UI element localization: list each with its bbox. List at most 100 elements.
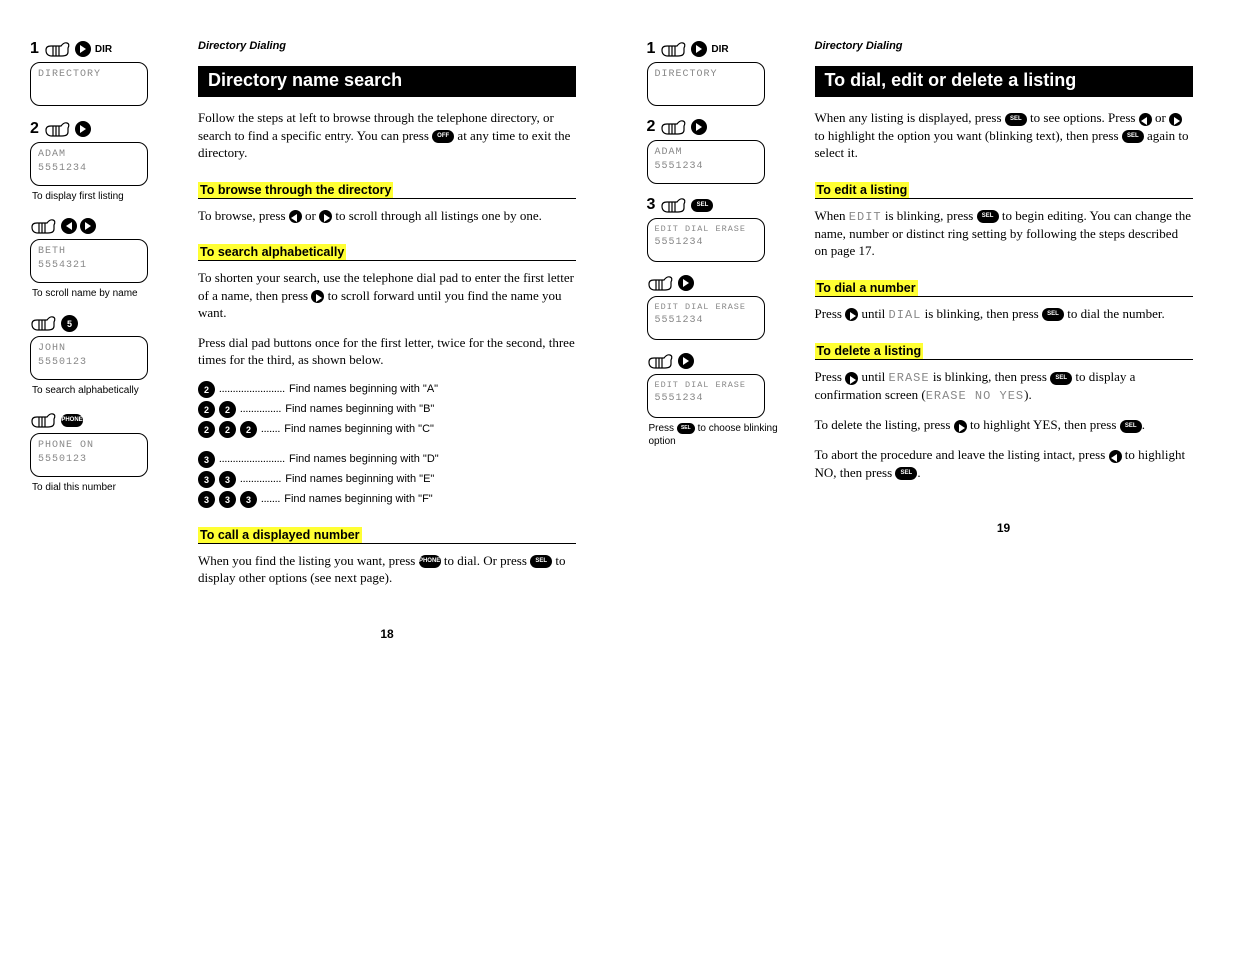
key-3-icon: 3 <box>219 491 236 508</box>
key-2-icon: 2 <box>198 381 215 398</box>
search-paragraph-a: To shorten your search, use the telephon… <box>198 269 576 322</box>
lcd-line: 5551234 <box>655 236 757 250</box>
lcd-line: JOHN <box>38 342 140 356</box>
right-arrow-icon <box>954 420 967 433</box>
delete-paragraph-1: Press until ERASE is blinking, then pres… <box>815 368 1193 404</box>
step-number: 1 <box>647 40 656 58</box>
right-arrow-icon <box>80 218 96 234</box>
key-text: Find names beginning with "C" <box>284 423 434 435</box>
page-number: 18 <box>198 627 576 641</box>
hand-icon <box>30 217 58 235</box>
left-main-column: Directory Dialing Directory name search … <box>198 40 576 641</box>
lcd-screen: PHONE ON 5550123 <box>30 433 148 477</box>
sel-button-icon: SEL <box>691 199 713 212</box>
lcd-screen: ADAM 5551234 <box>647 140 765 184</box>
text: or <box>1152 110 1169 125</box>
text: Press <box>815 306 846 321</box>
sel-button-icon: SEL <box>977 210 999 223</box>
left-arrow-icon <box>289 210 302 223</box>
lcd-line: ADAM <box>38 148 140 162</box>
text: to highlight YES, then press <box>967 417 1120 432</box>
right-arrow-icon <box>311 290 324 303</box>
right-arrow-icon <box>678 275 694 291</box>
hand-icon <box>30 314 58 332</box>
text: . <box>1142 417 1145 432</box>
lcd-line: 5551234 <box>655 392 757 406</box>
lcd-line: 5550123 <box>38 356 140 370</box>
step-number: 3 <box>647 196 656 214</box>
step-caption: To scroll name by name <box>32 287 180 300</box>
lcd-line: 5551234 <box>38 162 140 176</box>
lcd-screen: DIRECTORY <box>647 62 765 106</box>
text: until <box>858 306 888 321</box>
step-caption: Press SEL to choose blinking option <box>649 422 797 448</box>
lcd-line: EDIT DIAL ERASE <box>655 380 757 392</box>
key-2-icon: 2 <box>219 401 236 418</box>
key-text: Find names beginning with "F" <box>284 493 432 505</box>
text: to see options. Press <box>1027 110 1139 125</box>
key-text: Find names beginning with "B" <box>285 403 434 415</box>
left-arrow-icon <box>1139 113 1152 126</box>
intro-paragraph: When any listing is displayed, press SEL… <box>815 109 1193 162</box>
left-arrow-icon <box>61 218 77 234</box>
lcd-screen: DIRECTORY <box>30 62 148 106</box>
text: Press <box>815 369 846 384</box>
key-example-row: 22...............Find names beginning wi… <box>198 401 576 418</box>
key-example-row: 33...............Find names beginning wi… <box>198 471 576 488</box>
left-margin-steps: 1 DIR DIRECTORY 2 ADAM 5551234 To displa… <box>30 40 180 641</box>
dots: ........................ <box>219 453 285 465</box>
key-5-icon: 5 <box>61 315 78 332</box>
lcd-screen: EDIT DIAL ERASE 5551234 <box>647 374 765 418</box>
step-caption: To search alphabetically <box>32 384 180 397</box>
hand-icon <box>30 411 58 429</box>
lcd-line: 5550123 <box>38 453 140 467</box>
lcd-line: DIRECTORY <box>38 68 140 82</box>
text: To delete the listing, press <box>815 417 954 432</box>
page-title: Directory name search <box>198 66 576 97</box>
lcd-screen: BETH 5554321 <box>30 239 148 283</box>
right-main-column: Directory Dialing To dial, edit or delet… <box>815 40 1193 641</box>
sel-button-icon: SEL <box>1122 130 1144 143</box>
key-example-row: 3........................Find names begi… <box>198 451 576 468</box>
step-caption: To dial this number <box>32 481 180 494</box>
breadcrumb: Directory Dialing <box>198 40 576 52</box>
text: to highlight the option you want (blinki… <box>815 128 1122 143</box>
sel-button-icon: SEL <box>1005 113 1027 126</box>
browse-paragraph: To browse, press or to scroll through al… <box>198 207 576 225</box>
sel-button-icon: SEL <box>1120 420 1142 433</box>
lcd-inline: DIAL <box>889 308 922 322</box>
breadcrumb: Directory Dialing <box>815 40 1193 52</box>
search-paragraph-b: Press dial pad buttons once for the firs… <box>198 334 576 369</box>
text: is blinking, then press <box>921 306 1042 321</box>
intro-paragraph: Follow the steps at left to browse throu… <box>198 109 576 162</box>
off-button-icon: OFF <box>432 130 454 143</box>
subheading-browse: To browse through the directory <box>198 182 393 199</box>
key-3-icon: 3 <box>219 471 236 488</box>
lcd-line: 5551234 <box>655 314 757 328</box>
lcd-screen: JOHN 5550123 <box>30 336 148 380</box>
text: is blinking, then press <box>930 369 1051 384</box>
key-3-icon: 3 <box>198 491 215 508</box>
right-arrow-icon <box>691 41 707 57</box>
dots: ............... <box>240 403 281 415</box>
dots: ............... <box>240 473 281 485</box>
text: When <box>815 208 849 223</box>
text: . <box>917 465 920 480</box>
lcd-line: EDIT DIAL ERASE <box>655 302 757 314</box>
lcd-line: EDIT DIAL ERASE <box>655 224 757 236</box>
phone-button-icon: PHONE <box>419 555 441 568</box>
dir-label: DIR <box>711 44 728 55</box>
text: to dial. Or press <box>441 553 531 568</box>
sel-button-icon: SEL <box>1042 308 1064 321</box>
dots: ....... <box>261 423 280 435</box>
step-number: 2 <box>647 118 656 136</box>
text: until <box>858 369 888 384</box>
lcd-inline: ERASE <box>889 371 930 385</box>
text: or <box>302 208 319 223</box>
phone-button-icon: PHONE <box>61 414 83 427</box>
key-text: Find names beginning with "A" <box>289 383 438 395</box>
text: to dial the number. <box>1064 306 1165 321</box>
text: To browse, press <box>198 208 289 223</box>
key-3-icon: 3 <box>240 491 257 508</box>
key-example-row: 2........................Find names begi… <box>198 381 576 398</box>
